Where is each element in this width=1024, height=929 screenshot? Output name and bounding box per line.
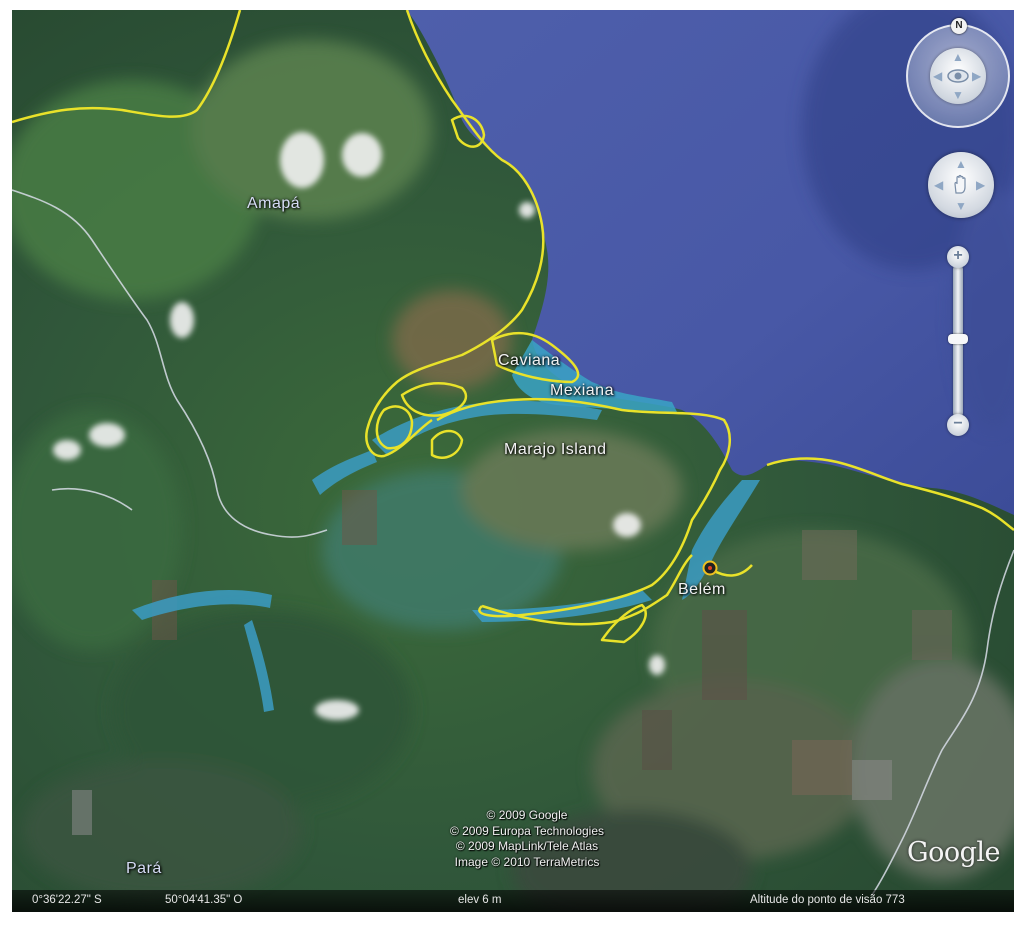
label-caviana: Caviana [498,352,561,369]
chevron-right-icon[interactable]: ▶ [976,179,985,191]
elevation-readout: elev 6 m [458,894,502,906]
attribution-line: © 2009 MapLink/Tele Atlas [455,839,599,853]
zoom-control[interactable]: + − [947,246,969,436]
label-mexiana: Mexiana [550,382,614,399]
zoom-out-button[interactable]: − [947,414,969,436]
label-amapa: Amapá [247,195,301,212]
zoom-slider-handle[interactable] [948,334,968,344]
chevron-down-icon[interactable]: ▼ [952,89,964,101]
label-para: Pará [126,860,162,877]
longitude-readout: 50°04'41.35" O [165,894,243,906]
status-bar: 0°36'22.27" S 50°04'41.35" O elev 6 m Al… [12,890,1014,912]
label-belem: Belém [678,581,726,598]
latitude-readout: 0°36'22.27" S [32,894,102,906]
belem-marker-icon[interactable] [702,560,718,576]
north-indicator[interactable]: N [951,18,967,34]
move-joystick[interactable]: ▲ ▼ ◀ ▶ [928,152,994,218]
look-around-control[interactable]: N ▲ ▼ ◀ ▶ [906,18,1010,128]
label-marajo-island: Marajo Island [504,441,607,458]
attribution-line: Image © 2010 TerraMetrics [454,854,600,869]
chevron-left-icon[interactable]: ◀ [934,179,943,191]
hand-icon [954,174,966,194]
chevron-up-icon[interactable]: ▲ [952,51,964,63]
chevron-down-icon[interactable]: ▼ [955,200,967,212]
zoom-in-button[interactable]: + [947,246,969,268]
chevron-right-icon[interactable]: ▶ [972,70,981,82]
eye-icon [947,69,969,83]
satellite-map[interactable]: Amapá Caviana Mexiana Marajo Island Belé… [12,10,1014,912]
altitude-readout: Altitude do ponto de visão 773 [750,894,905,906]
map-imagery [12,10,1014,912]
copyright-attribution: © 2009 Google © 2009 Europa Technologies… [407,808,647,870]
google-logo: Google [907,837,1000,868]
chevron-left-icon[interactable]: ◀ [933,70,942,82]
look-joystick[interactable]: ▲ ▼ ◀ ▶ [930,48,986,104]
attribution-line: © 2009 Europa Technologies [449,823,605,838]
attribution-line: © 2009 Google [486,808,568,822]
chevron-up-icon[interactable]: ▲ [955,158,967,170]
